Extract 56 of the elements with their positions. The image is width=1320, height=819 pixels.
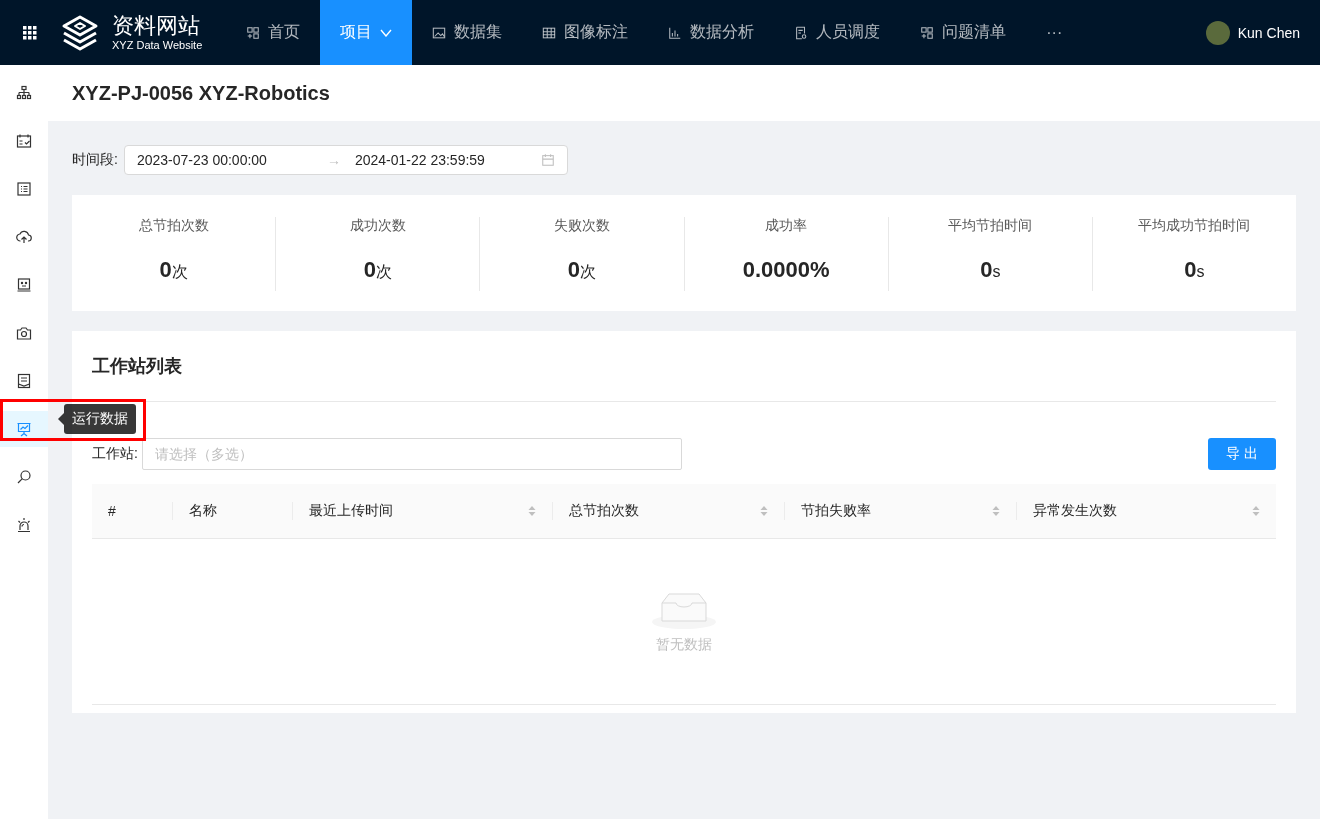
- page-title: XYZ-PJ-0056 XYZ-Robotics: [48, 65, 1320, 121]
- column-header: 名称: [189, 502, 217, 520]
- avatar[interactable]: [1205, 20, 1230, 45]
- user-name[interactable]: Kun Chen: [1237, 24, 1300, 41]
- nav-item[interactable]: 人员调度: [774, 0, 901, 65]
- logo-title: 资料网站: [112, 13, 201, 39]
- stat-label: 成功率: [765, 217, 808, 235]
- nav-item[interactable]: 问题清单: [900, 0, 1027, 65]
- nav-item[interactable]: ···: [1026, 0, 1083, 65]
- report-icon: [16, 373, 32, 389]
- sitemap-icon: [16, 85, 32, 101]
- search-icon: [16, 469, 32, 485]
- stat-value: 0次: [159, 257, 188, 283]
- column-header: 异常发生次数: [1033, 502, 1117, 520]
- nav-item[interactable]: 数据分析: [648, 0, 775, 65]
- stat-value: 0s: [980, 257, 1001, 283]
- stat-value: 0次: [567, 257, 597, 283]
- stat-label: 平均成功节拍时间: [1138, 217, 1251, 235]
- filter-label: 时间段:: [72, 151, 118, 169]
- alarm-icon: [16, 517, 32, 533]
- logo-subtitle: XYZ Data Website: [112, 39, 203, 52]
- nav-item[interactable]: 图像标注: [522, 0, 649, 65]
- tooltip: 运行数据: [58, 403, 136, 435]
- calendar-icon: [16, 133, 32, 149]
- stat-value: 0s: [1184, 257, 1205, 283]
- card-title: 工作站列表: [92, 331, 1276, 402]
- document-icon: [794, 25, 809, 40]
- workstation-select[interactable]: 请选择（多选）: [141, 438, 682, 470]
- stat-value: 0.0000%: [742, 257, 830, 283]
- field-label: 工作站:: [92, 445, 138, 463]
- empty-text: 暂无数据: [656, 636, 712, 654]
- stat-label: 失败次数: [553, 217, 610, 235]
- stat-label: 平均节拍时间: [948, 217, 1033, 235]
- stat-value: 0次: [363, 257, 392, 283]
- nav-item[interactable]: 数据集: [412, 0, 523, 65]
- column-header: 节拍失败率: [801, 502, 871, 520]
- date-range-field[interactable]: 2023-07-23 00:00:00 → 2024-01-22 23:59:59: [123, 145, 568, 175]
- camera-icon: [16, 325, 32, 341]
- apps-icon[interactable]: [23, 25, 37, 40]
- grid-icon: [246, 25, 261, 40]
- image-icon: [432, 25, 447, 40]
- column-header: 总节拍次数: [569, 502, 639, 520]
- cloud-upload-icon: [16, 229, 32, 245]
- nav-item[interactable]: 首页: [226, 0, 321, 65]
- grid-icon: [920, 25, 935, 40]
- list-icon: [16, 181, 32, 197]
- column-header: #: [108, 503, 116, 519]
- caret-icon: [380, 28, 393, 37]
- bar-chart-icon: [668, 25, 683, 40]
- calendar-icon: [540, 153, 555, 167]
- presentation-icon: [16, 421, 32, 437]
- robot-icon: [16, 277, 32, 293]
- stat-label: 成功次数: [349, 217, 406, 235]
- table-icon: [542, 25, 557, 40]
- column-header: 最近上传时间: [309, 502, 393, 520]
- stat-label: 总节拍次数: [138, 217, 209, 235]
